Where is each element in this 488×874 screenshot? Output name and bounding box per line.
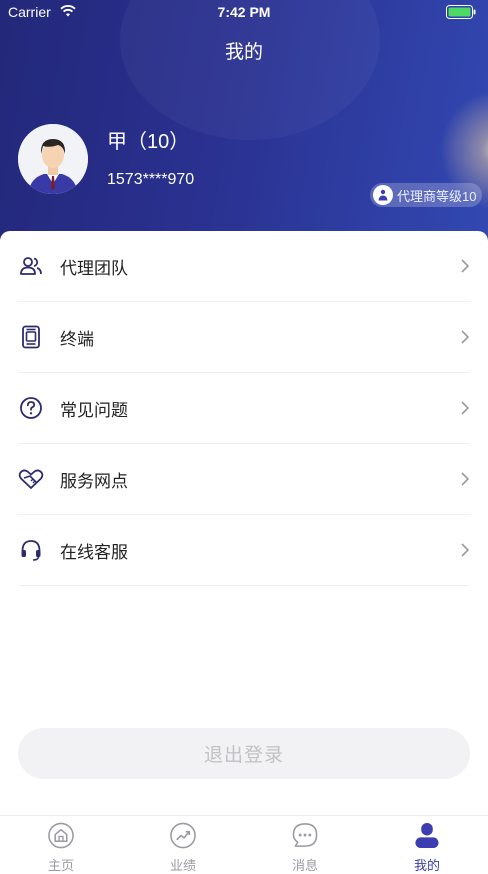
home-icon [48,822,74,849]
user-phone: 1573****970 [107,171,195,188]
menu-item-agent-team[interactable]: 代理团队 [18,231,470,302]
menu-item-label: 常见问题 [60,400,128,420]
menu-item-label: 在线客服 [60,542,128,562]
tab-home[interactable]: 主页 [0,816,122,874]
chevron-right-icon [461,543,470,557]
team-icon [18,253,44,279]
user-avatar-icon [18,124,88,194]
question-icon [18,395,44,421]
chat-icon [292,823,318,847]
level-badge: 代理商等级10 [370,183,483,207]
menu-item-label: 服务网点 [60,471,128,491]
chevron-right-icon [461,259,470,273]
trend-icon [170,822,196,849]
clock: 7:42 PM [217,4,271,20]
battery-icon [446,5,476,19]
tab-messages[interactable]: 消息 [244,816,366,874]
chevron-right-icon [461,472,470,486]
menu-item-service-outlets[interactable]: 服务网点 [18,444,470,515]
menu-item-terminal[interactable]: 终端 [18,302,470,373]
profile-header: Carrier 7:42 PM 我的 甲（10） 1573****970 代理商… [0,0,488,250]
chevron-right-icon [461,330,470,344]
avatar[interactable] [18,124,88,194]
chevron-right-icon [461,401,470,415]
tab-label: 业绩 [169,858,196,873]
headset-icon [18,537,44,563]
heart-handshake-icon [18,466,44,492]
menu-item-label: 终端 [60,329,94,349]
tab-bar: 主页 业绩 消息 我的 [0,815,488,874]
menu-item-faq[interactable]: 常见问题 [18,373,470,444]
tab-label: 我的 [413,858,440,873]
tab-label: 主页 [47,858,74,873]
user-name: 甲（10） [107,131,190,153]
profile-icon [415,822,439,849]
page-title: 我的 [224,42,263,63]
tab-label: 消息 [291,858,318,873]
status-bar: Carrier 7:42 PM [0,0,488,26]
logout-button[interactable]: 退出登录 [18,728,470,779]
tab-performance[interactable]: 业绩 [122,816,244,874]
agent-level-icon [373,185,393,205]
menu-item-label: 代理团队 [60,258,128,278]
menu-item-online-support[interactable]: 在线客服 [18,515,470,586]
level-text: 代理商等级10 [397,188,477,204]
tab-mine[interactable]: 我的 [366,816,488,874]
terminal-icon [18,324,44,350]
